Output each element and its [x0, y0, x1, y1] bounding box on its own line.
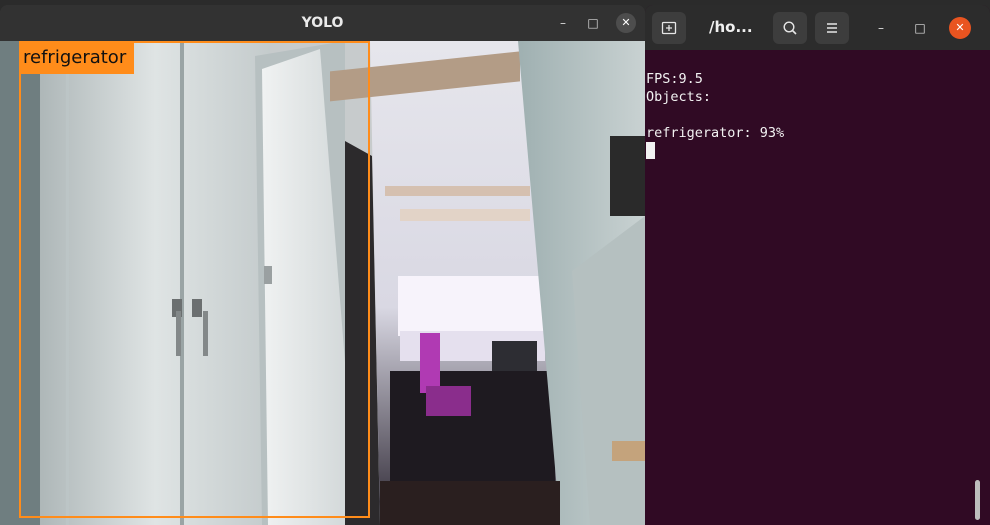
menu-button[interactable]	[815, 12, 849, 44]
yolo-window-title: YOLO	[301, 15, 344, 31]
terminal-maximize-button[interactable]: □	[910, 18, 930, 38]
minimize-button[interactable]: –	[553, 13, 573, 33]
hamburger-menu-icon	[827, 23, 837, 33]
detection-line: refrigerator: 93%	[646, 125, 785, 141]
close-button[interactable]: ✕	[616, 13, 636, 33]
terminal-cursor	[646, 142, 655, 159]
terminal-minimize-button[interactable]: –	[871, 18, 891, 38]
terminal-scrollbar[interactable]	[975, 480, 980, 520]
terminal-title: /ho...	[709, 18, 753, 36]
yolo-window: YOLO – □ ✕ refrigerator	[0, 5, 645, 525]
fps-line: FPS:9.5	[646, 71, 703, 87]
new-tab-button[interactable]	[652, 12, 686, 44]
camera-frame: refrigerator	[0, 41, 645, 525]
detection-bounding-box	[19, 41, 370, 518]
terminal-window: /ho... – □ ✕ FPS:9.5 Objects: refrigerat…	[645, 5, 990, 525]
detection-label: refrigerator	[19, 41, 135, 74]
terminal-header[interactable]: /ho... – □ ✕	[645, 5, 990, 50]
search-button[interactable]	[773, 12, 807, 44]
search-icon	[783, 21, 797, 35]
new-tab-icon	[661, 21, 677, 35]
maximize-button[interactable]: □	[583, 13, 603, 33]
terminal-output[interactable]: FPS:9.5 Objects: refrigerator: 93%	[645, 50, 990, 525]
terminal-close-button[interactable]: ✕	[949, 17, 971, 39]
yolo-titlebar[interactable]: YOLO – □ ✕	[0, 5, 645, 41]
objects-line: Objects:	[646, 89, 712, 105]
